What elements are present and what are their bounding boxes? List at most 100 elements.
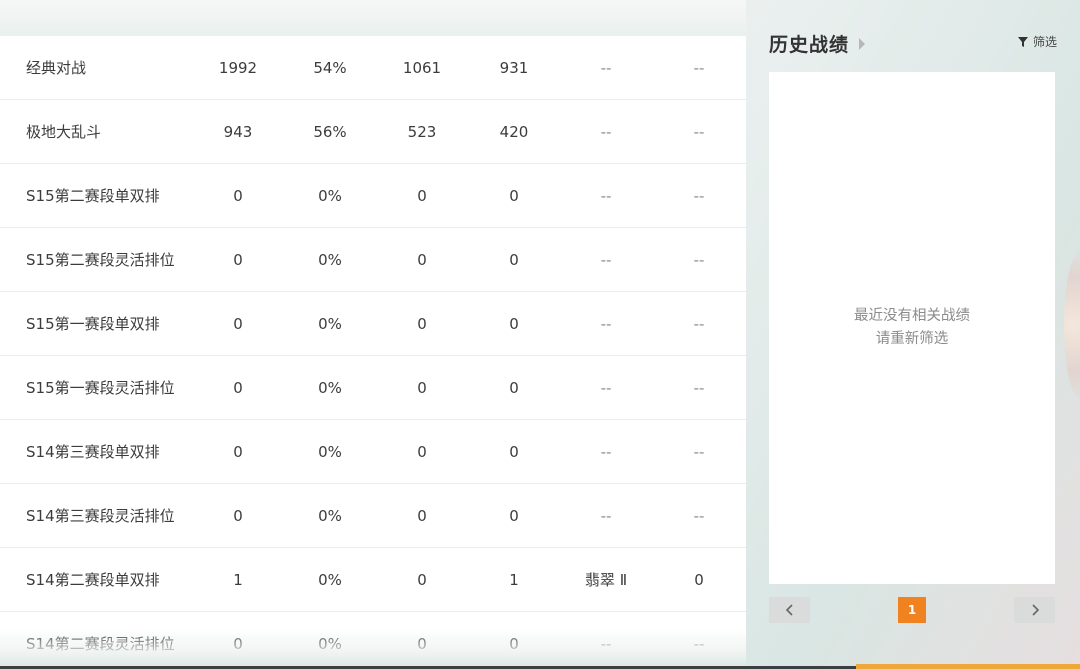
win-rate: 0% — [318, 570, 342, 589]
rank: -- — [600, 378, 612, 397]
total-games: 0 — [233, 378, 243, 397]
total-games: 0 — [233, 250, 243, 269]
rank: -- — [600, 58, 612, 77]
win-rate: 56% — [313, 122, 347, 141]
total-games: 1992 — [218, 58, 258, 77]
total-games: 943 — [223, 122, 253, 141]
mode-name: 经典对战 — [26, 59, 87, 77]
total-games: 0 — [233, 634, 243, 653]
mode-name: S14第三赛段灵活排位 — [26, 507, 175, 525]
history-title: 历史战绩 — [769, 34, 850, 56]
filter-button[interactable]: 筛选 — [1017, 33, 1057, 50]
losses: 1 — [509, 570, 519, 589]
wins: 523 — [407, 122, 437, 141]
losses: 0 — [509, 250, 519, 269]
rank: -- — [600, 442, 612, 461]
prev-page-button[interactable] — [769, 597, 810, 623]
total-games: 1 — [233, 570, 243, 589]
rank: -- — [600, 506, 612, 525]
losses: 0 — [509, 442, 519, 461]
losses: 420 — [499, 122, 529, 141]
league-points: -- — [693, 186, 705, 205]
table-row: S15第二赛段单双排 0 0% 0 0 -- -- — [0, 164, 746, 228]
wins: 0 — [417, 634, 427, 653]
win-rate: 0% — [318, 442, 342, 461]
season-stats-table: 经典对战 1992 54% 1061 931 -- -- 极地大乱斗 943 5… — [0, 36, 746, 669]
mode-name: S15第二赛段单双排 — [26, 187, 160, 205]
funnel-icon — [1017, 36, 1028, 47]
mode-name: S15第二赛段灵活排位 — [26, 251, 175, 269]
empty-message-line2: 请重新筛选 — [875, 331, 949, 347]
empty-message-line1: 最近没有相关战绩 — [854, 308, 970, 324]
win-rate: 0% — [318, 250, 342, 269]
league-points: 0 — [694, 570, 704, 589]
filter-label: 筛选 — [1032, 35, 1057, 49]
league-points: -- — [693, 634, 705, 653]
total-games: 0 — [233, 506, 243, 525]
history-header[interactable]: 历史战绩 — [769, 30, 866, 57]
empty-message: 最近没有相关战绩 请重新筛选 — [854, 305, 970, 351]
chevron-right-icon — [1031, 604, 1039, 616]
league-points: -- — [693, 58, 705, 77]
losses: 931 — [499, 58, 529, 77]
table-row: 经典对战 1992 54% 1061 931 -- -- — [0, 36, 746, 100]
bottom-accent-bar — [856, 664, 1080, 669]
wins: 0 — [417, 378, 427, 397]
win-rate: 0% — [318, 186, 342, 205]
total-games: 0 — [233, 186, 243, 205]
rank: -- — [600, 250, 612, 269]
wins: 0 — [417, 250, 427, 269]
league-points: -- — [693, 378, 705, 397]
win-rate: 0% — [318, 506, 342, 525]
wins: 0 — [417, 442, 427, 461]
win-rate: 0% — [318, 314, 342, 333]
history-panel: 历史战绩 筛选 最近没有相关战绩 请重新筛选 1 — [757, 20, 1067, 640]
caret-right-icon — [859, 37, 866, 50]
losses: 0 — [509, 314, 519, 333]
losses: 0 — [509, 186, 519, 205]
table-row: S14第二赛段单双排 1 0% 0 1 翡翠 Ⅱ 0 — [0, 548, 746, 612]
table-row: S15第二赛段灵活排位 0 0% 0 0 -- -- — [0, 228, 746, 292]
total-games: 0 — [233, 442, 243, 461]
mode-name: S14第二赛段灵活排位 — [26, 635, 175, 653]
league-points: -- — [693, 314, 705, 333]
table-row: S15第一赛段灵活排位 0 0% 0 0 -- -- — [0, 356, 746, 420]
season-stats-panel: 经典对战 1992 54% 1061 931 -- -- 极地大乱斗 943 5… — [0, 36, 746, 669]
rank: -- — [600, 122, 612, 141]
league-points: -- — [693, 442, 705, 461]
losses: 0 — [509, 506, 519, 525]
mode-name: S15第一赛段灵活排位 — [26, 379, 175, 397]
wins: 0 — [417, 570, 427, 589]
table-row: S15第一赛段单双排 0 0% 0 0 -- -- — [0, 292, 746, 356]
mode-name: S14第三赛段单双排 — [26, 443, 160, 461]
table-row: S14第三赛段灵活排位 0 0% 0 0 -- -- — [0, 484, 746, 548]
mode-name: S15第一赛段单双排 — [26, 315, 160, 333]
total-games: 0 — [233, 314, 243, 333]
losses: 0 — [509, 634, 519, 653]
mode-name: 极地大乱斗 — [26, 123, 102, 141]
table-row: S14第三赛段单双排 0 0% 0 0 -- -- — [0, 420, 746, 484]
win-rate: 54% — [313, 58, 347, 77]
next-page-button[interactable] — [1014, 597, 1055, 623]
wins: 0 — [417, 314, 427, 333]
chevron-left-icon — [785, 604, 793, 616]
wins: 1061 — [402, 58, 442, 77]
history-list: 最近没有相关战绩 请重新筛选 — [769, 72, 1055, 584]
rank: 翡翠 Ⅱ — [584, 571, 628, 589]
table-row: S14第二赛段灵活排位 0 0% 0 0 -- -- — [0, 612, 746, 669]
page-number-button[interactable]: 1 — [898, 597, 926, 623]
wins: 0 — [417, 506, 427, 525]
losses: 0 — [509, 378, 519, 397]
league-points: -- — [693, 250, 705, 269]
rank: -- — [600, 314, 612, 333]
league-points: -- — [693, 122, 705, 141]
league-points: -- — [693, 506, 705, 525]
win-rate: 0% — [318, 378, 342, 397]
rank: -- — [600, 186, 612, 205]
rank: -- — [600, 634, 612, 653]
mode-name: S14第二赛段单双排 — [26, 571, 160, 589]
table-row: 极地大乱斗 943 56% 523 420 -- -- — [0, 100, 746, 164]
win-rate: 0% — [318, 634, 342, 653]
top-strip — [0, 0, 746, 36]
wins: 0 — [417, 186, 427, 205]
